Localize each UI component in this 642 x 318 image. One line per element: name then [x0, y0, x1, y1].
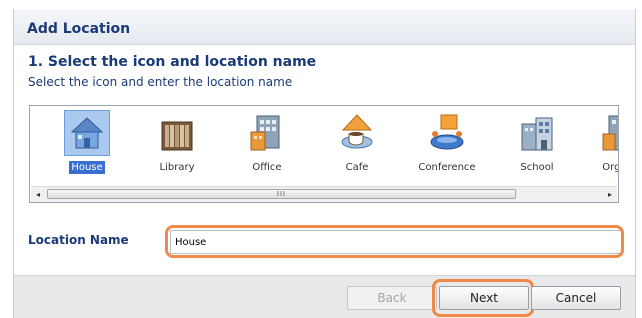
gallery-item-cafe[interactable]: Cafe [322, 110, 392, 182]
gallery-item-library[interactable]: Library [142, 110, 212, 182]
back-button[interactable]: Back [347, 286, 437, 310]
cancel-button[interactable]: Cancel [531, 286, 621, 310]
gallery-item-label: Conference [418, 162, 476, 173]
gallery-item-label: Library [159, 162, 195, 173]
input-highlight-annotation [165, 225, 624, 258]
gallery-item-label: Office [252, 162, 282, 173]
gallery-items: House Library Office Cafe Conference Sch… [30, 106, 619, 186]
title-bar: Add Location [14, 9, 635, 45]
conference-icon [430, 114, 464, 150]
gallery-item-organization[interactable]: Organi [584, 110, 619, 182]
gallery-item-label: House [69, 161, 105, 174]
gallery-item-label: Cafe [345, 162, 369, 173]
school-icon [521, 117, 553, 151]
gallery-horizontal-scrollbar[interactable]: ◂ III ▸ [31, 186, 617, 202]
gallery-item-conference[interactable]: Conference [412, 110, 482, 182]
dialog-title: Add Location [27, 21, 131, 37]
cafe-icon [341, 114, 373, 149]
gallery-item-school[interactable]: School [502, 110, 572, 182]
step-subtitle: Select the icon and enter the location n… [28, 75, 293, 89]
office-icon [250, 115, 280, 151]
house-icon [70, 117, 104, 149]
next-highlight-annotation [432, 279, 534, 317]
scroll-right-button[interactable]: ▸ [603, 187, 617, 202]
icon-gallery: House Library Office Cafe Conference Sch… [29, 105, 619, 203]
library-icon [161, 121, 193, 151]
gallery-item-house[interactable]: House [52, 110, 122, 182]
gallery-item-office[interactable]: Office [232, 110, 302, 182]
scroll-left-button[interactable]: ◂ [31, 187, 45, 202]
location-name-label: Location Name [28, 233, 129, 247]
add-location-dialog: Add Location 1. Select the icon and loca… [13, 9, 636, 318]
organization-icon [602, 115, 618, 151]
gallery-item-label: School [520, 162, 554, 173]
gallery-item-label: Organi [602, 162, 619, 173]
step-title: 1. Select the icon and location name [28, 54, 317, 70]
scrollbar-thumb[interactable]: III [47, 189, 516, 199]
